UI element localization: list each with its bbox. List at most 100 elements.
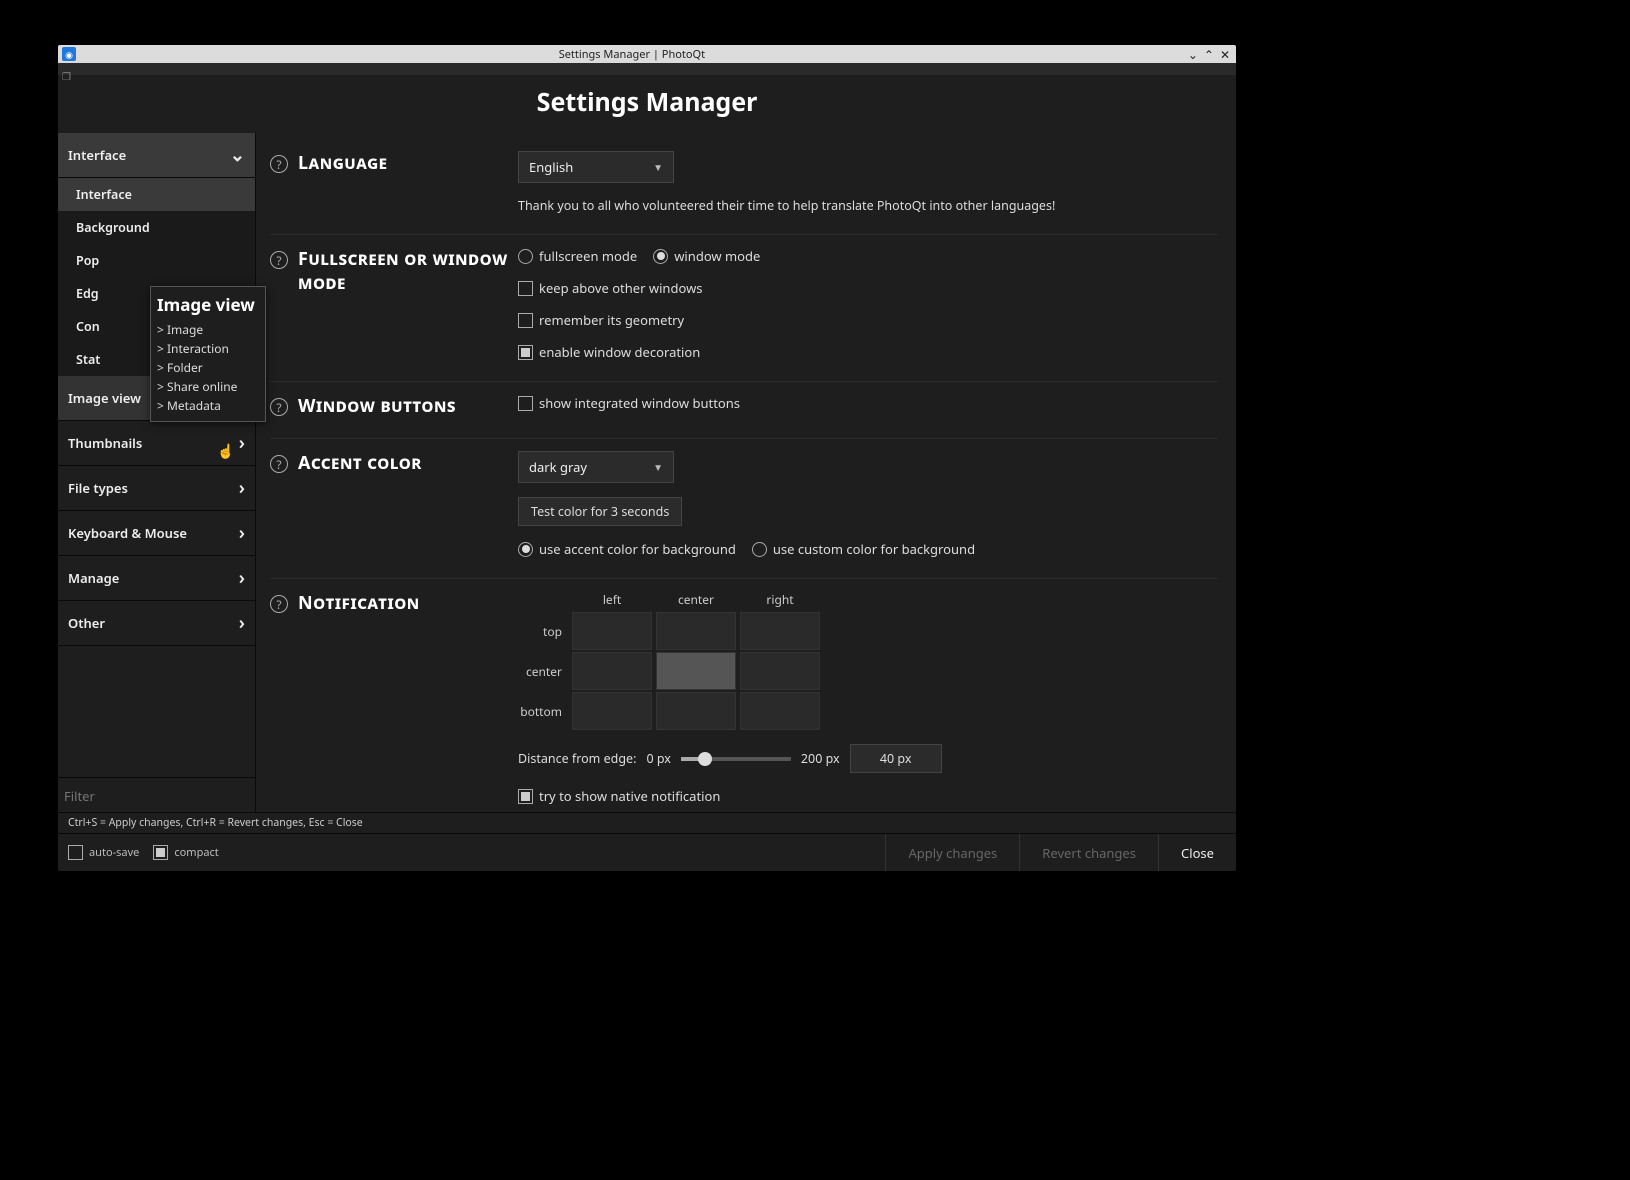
app-window: ◉ Settings Manager | PhotoQt ⌄ ⌃ ✕ ❐ Set… [58,45,1236,871]
distance-value-field[interactable]: 40 px [850,744,942,773]
sidebar-cat-keyboard-mouse[interactable]: Keyboard & Mouse › [58,511,255,556]
help-icon[interactable]: ? [270,455,288,473]
close-button[interactable]: Close [1158,834,1236,872]
radio-accent-background[interactable]: use accent color for background [518,540,736,558]
select-value: dark gray [529,458,587,476]
sidebar: Interface ⌄ Interface Background Pop Edg… [58,133,256,812]
subbar: ❐ [58,63,1236,75]
section-fullscreen: ? Fullscreen or window mode fullscreen m… [270,235,1218,382]
maximize-icon[interactable]: ⌃ [1204,46,1214,63]
distance-slider[interactable] [681,757,791,761]
dropdown-arrow-icon: ▼ [653,160,663,174]
filter-input[interactable] [64,787,249,805]
tooltip-item: > Metadata [157,396,259,415]
sidebar-cat-label: Thumbnails [68,434,142,452]
window-title: Settings Manager | PhotoQt [76,47,1188,62]
chevron-right-icon: › [239,521,245,545]
check-window-decoration[interactable]: enable window decoration [518,343,1218,361]
check-compact[interactable]: compact [153,845,218,860]
notification-position-grid: left center right top center bottom [518,591,1218,730]
radio-fullscreen-mode[interactable]: fullscreen mode [518,247,637,265]
revert-changes-button[interactable]: Revert changes [1019,834,1158,872]
pos-bottom-center[interactable] [656,692,736,730]
radio-label: use accent color for background [539,540,736,558]
chevron-down-icon: ⌄ [230,143,245,167]
section-heading: Language [298,151,508,175]
filter-box [58,777,255,812]
page-title: Settings Manager [58,75,1236,133]
section-heading: Accent color [298,451,508,475]
tooltip-title: Image view [157,293,259,316]
section-language: ? Language English ▼ Thank you to all wh… [270,139,1218,235]
radio-window-mode[interactable]: window mode [653,247,760,265]
radio-label: window mode [674,247,760,265]
help-icon[interactable]: ? [270,251,288,269]
tooltip-item: > Interaction [157,339,259,358]
sidebar-cat-interface[interactable]: Interface ⌄ [58,133,255,178]
sidebar-cat-manage[interactable]: Manage › [58,556,255,601]
chevron-right-icon: › [239,431,245,455]
accent-color-select[interactable]: dark gray ▼ [518,451,674,483]
check-label: show integrated window buttons [539,394,740,412]
test-color-button[interactable]: Test color for 3 seconds [518,497,682,526]
sidebar-cat-label: Manage [68,569,119,587]
pos-bottom-right[interactable] [740,692,820,730]
sidebar-cat-label: File types [68,479,128,497]
check-label: try to show native notification [539,787,720,805]
check-label: remember its geometry [539,311,684,329]
check-label: enable window decoration [539,343,700,361]
minimize-icon[interactable]: ⌄ [1188,46,1198,63]
grid-row-bottom: bottom [518,692,568,730]
pos-bottom-left[interactable] [572,692,652,730]
section-heading: Notification [298,591,508,615]
distance-max: 200 px [801,750,840,767]
sidebar-cat-file-types[interactable]: File types › [58,466,255,511]
footer: auto-save compact Apply changes Revert c… [58,833,1236,871]
check-show-window-buttons[interactable]: show integrated window buttons [518,394,1218,412]
select-value: English [529,158,573,176]
shortcut-hint-bar: Ctrl+S = Apply changes, Ctrl+R = Revert … [58,812,1236,833]
radio-custom-background[interactable]: use custom color for background [752,540,975,558]
language-thank-text: Thank you to all who volunteered their t… [518,197,1218,214]
distance-min: 0 px [646,750,670,767]
tooltip-image-view: Image view > Image > Interaction > Folde… [150,286,266,422]
sidebar-cat-other[interactable]: Other › [58,601,255,646]
language-select[interactable]: English ▼ [518,151,674,183]
pos-top-right[interactable] [740,612,820,650]
help-icon[interactable]: ? [270,398,288,416]
pos-top-center[interactable] [656,612,736,650]
close-icon[interactable]: ✕ [1220,46,1230,63]
sidebar-cat-label: Keyboard & Mouse [68,524,187,542]
check-auto-save[interactable]: auto-save [68,845,139,860]
content-pane: ? Language English ▼ Thank you to all wh… [256,133,1236,812]
chevron-right-icon: › [239,476,245,500]
check-label: compact [174,845,218,860]
pos-center-center[interactable] [656,652,736,690]
grid-row-center: center [518,652,568,690]
radio-label: fullscreen mode [539,247,637,265]
grid-col-center: center [656,591,736,610]
sidebar-cat-thumbnails[interactable]: Thumbnails › [58,421,255,466]
help-icon[interactable]: ? [270,595,288,613]
titlebar: ◉ Settings Manager | PhotoQt ⌄ ⌃ ✕ [58,45,1236,63]
sidebar-item-background[interactable]: Background [58,211,255,244]
pos-center-left[interactable] [572,652,652,690]
help-icon[interactable]: ? [270,155,288,173]
check-remember-geometry[interactable]: remember its geometry [518,311,1218,329]
sidebar-item-interface[interactable]: Interface [58,178,255,211]
check-native-notification[interactable]: try to show native notification [518,787,1218,805]
check-keep-above[interactable]: keep above other windows [518,279,1218,297]
section-window-buttons: ? Window buttons show integrated window … [270,382,1218,439]
apply-changes-button[interactable]: Apply changes [885,834,1019,872]
grid-col-left: left [572,591,652,610]
sidebar-cat-label: Other [68,614,105,632]
pos-center-right[interactable] [740,652,820,690]
app-icon: ◉ [62,47,76,61]
chevron-right-icon: › [239,611,245,635]
section-heading: Window buttons [298,394,508,418]
pos-top-left[interactable] [572,612,652,650]
section-notification: ? Notification left center right top cen… [270,579,1218,812]
sidebar-item-popout[interactable]: Pop [58,244,255,277]
check-label: keep above other windows [539,279,703,297]
sidebar-cat-label: Image view [68,389,141,407]
